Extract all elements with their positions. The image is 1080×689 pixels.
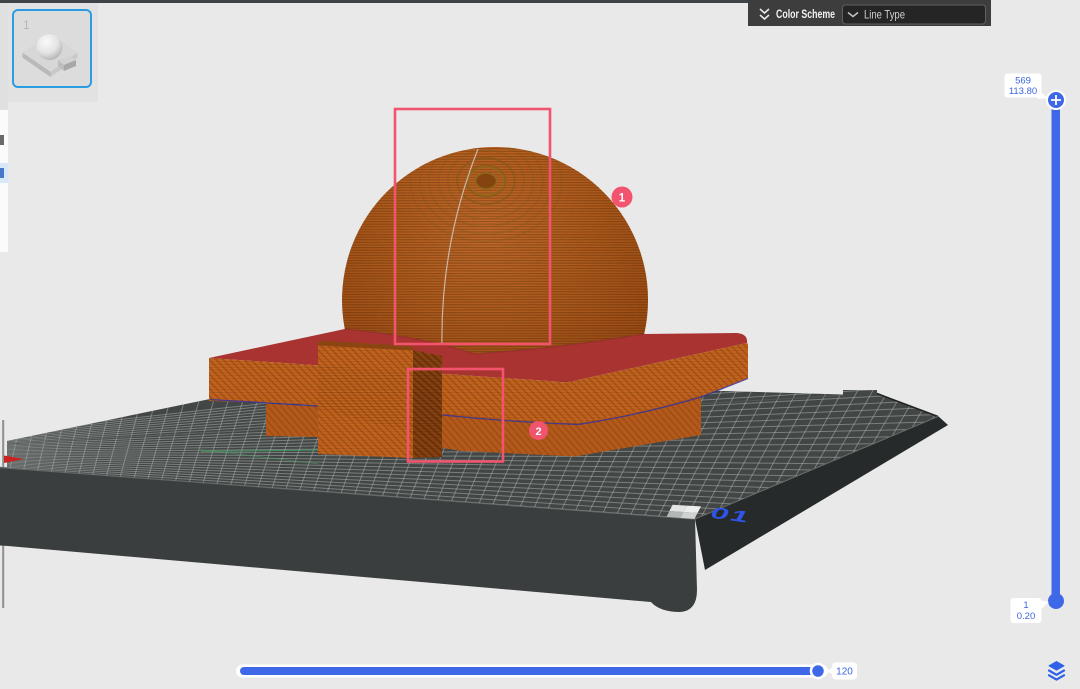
svg-text:113.80: 113.80 xyxy=(1009,86,1037,97)
svg-text:120: 120 xyxy=(836,667,853,678)
svg-text:2: 2 xyxy=(535,426,541,438)
svg-text:1: 1 xyxy=(619,193,626,205)
svg-text:1: 1 xyxy=(23,18,30,32)
svg-text:0.20: 0.20 xyxy=(1017,611,1036,622)
svg-text:569: 569 xyxy=(1015,76,1031,87)
svg-text:1: 1 xyxy=(1023,600,1028,611)
svg-text:Line Type: Line Type xyxy=(864,8,905,22)
svg-text:Color Scheme: Color Scheme xyxy=(776,9,835,21)
